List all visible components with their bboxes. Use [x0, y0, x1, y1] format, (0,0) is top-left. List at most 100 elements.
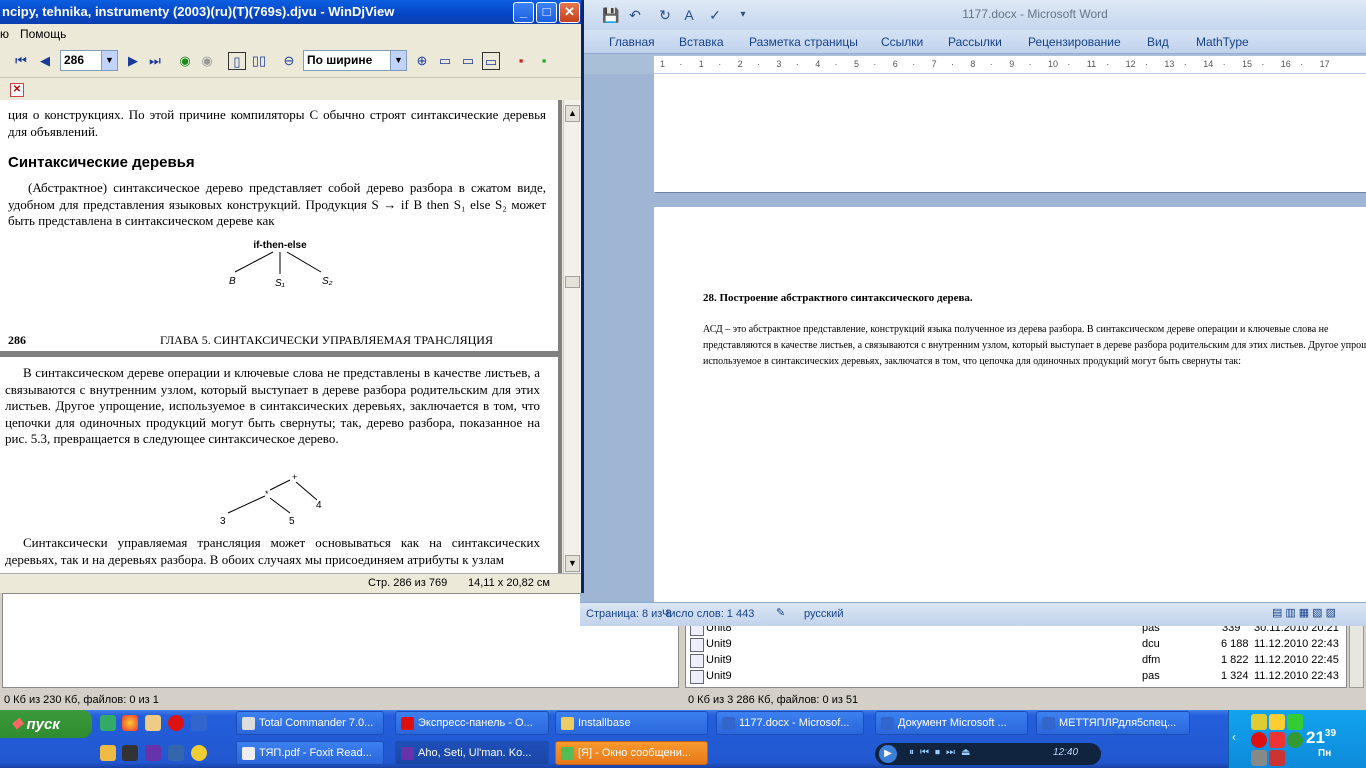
- task-word-1177[interactable]: 1177.docx - Microsof...: [716, 711, 864, 735]
- document-tab-bar: [0, 80, 581, 100]
- opera-tray-icon[interactable]: [1251, 732, 1267, 748]
- file-row[interactable]: Unit9 pas 1 324 11.12.2010 22:43: [686, 669, 1348, 685]
- task-word-mettyapl[interactable]: МЕТТЯПЛРдля5спец...: [1036, 711, 1190, 735]
- display-mode-icon[interactable]: ▪: [512, 52, 530, 70]
- document-page[interactable]: 28. Построение абстрактного синтаксическ…: [654, 207, 1366, 602]
- tab-references[interactable]: Ссылки: [881, 35, 923, 49]
- tray-icon[interactable]: [1251, 750, 1267, 766]
- proofing-icon[interactable]: ✎: [776, 606, 785, 619]
- view-buttons[interactable]: ▤▥▦▧▨: [1272, 606, 1339, 619]
- left-file-panel[interactable]: [2, 593, 679, 688]
- tab-review[interactable]: Рецензирование: [1028, 35, 1121, 49]
- fit-width-icon[interactable]: ▭: [482, 52, 500, 70]
- document-page[interactable]: [654, 74, 1366, 192]
- quick-launch-icon[interactable]: [145, 715, 161, 731]
- windjview-titlebar: ncipy, tehnika, instrumenty (2003)(ru)(T…: [0, 0, 581, 24]
- font-color-icon[interactable]: A: [678, 4, 700, 26]
- file-panel-scrollbar[interactable]: [1349, 618, 1364, 688]
- layers-icon[interactable]: ▪: [535, 52, 553, 70]
- quick-launch-icon[interactable]: [191, 745, 207, 761]
- quick-launch-icon[interactable]: [100, 715, 116, 731]
- tray-icon[interactable]: [1287, 714, 1303, 730]
- chrome-icon[interactable]: [122, 715, 138, 731]
- zoom-combo[interactable]: По ширине ▼: [303, 50, 407, 71]
- zoom-in-icon[interactable]: ⊕: [413, 52, 431, 70]
- horizontal-ruler[interactable]: 1 · 1 · 2 · 3 · 4 · 5 · 6 · 7 · 8 · 9 · 10 · 11 · 12 · 13 · 14 · 15 · 16…: [654, 56, 1366, 74]
- clock[interactable]: 2139 Пн: [1306, 728, 1336, 768]
- network-icon[interactable]: [1287, 732, 1303, 748]
- menu-window[interactable]: ю: [0, 27, 9, 41]
- quick-launch-icon[interactable]: [145, 745, 161, 761]
- forward-icon[interactable]: ◉: [198, 52, 216, 70]
- maximize-button[interactable]: □: [536, 2, 557, 23]
- prev-page-icon[interactable]: ◀: [36, 52, 54, 70]
- ruler-mark: ·: [1183, 59, 1187, 69]
- task-total-commander[interactable]: Total Commander 7.0...: [236, 711, 384, 735]
- fit-page-icon[interactable]: ▭: [436, 52, 454, 70]
- file-row[interactable]: Unit9 dfm 1 822 11.12.2010 22:45: [686, 653, 1348, 669]
- task-word-doc[interactable]: Документ Microsoft ...: [875, 711, 1028, 735]
- tray-icon[interactable]: [1269, 714, 1285, 730]
- two-pages-icon[interactable]: ▯▯: [250, 52, 268, 70]
- language[interactable]: русский: [804, 608, 843, 620]
- save-icon[interactable]: 💾: [600, 4, 622, 26]
- page-text: ция о конструкциях. По этой причине комп…: [8, 107, 546, 139]
- antivirus-icon[interactable]: [1269, 732, 1285, 748]
- task-opera[interactable]: Экспресс-панель - О...: [395, 711, 549, 735]
- quick-launch-icon[interactable]: [122, 745, 138, 761]
- task-foxit[interactable]: ТЯП.pdf - Foxit Read...: [236, 741, 384, 765]
- photoshop-icon[interactable]: [168, 745, 184, 761]
- tab-mathtype[interactable]: MathType: [1196, 35, 1249, 49]
- first-page-icon[interactable]: ⏮: [12, 52, 30, 70]
- document-view[interactable]: ция о конструкциях. По этой причине комп…: [0, 100, 562, 573]
- tray-icon[interactable]: [1251, 714, 1267, 730]
- ruler-mark: 11: [1086, 59, 1097, 69]
- ruler-mark: ·: [1145, 59, 1148, 69]
- file-row[interactable]: Unit9 dcu 6 188 11.12.2010 22:43: [686, 637, 1348, 653]
- tab-view[interactable]: Вид: [1147, 35, 1169, 49]
- quick-launch-icon[interactable]: [100, 745, 116, 761]
- close-tab-icon[interactable]: ✕: [10, 83, 24, 97]
- page-number-combo[interactable]: 286 ▼: [60, 50, 118, 71]
- right-file-panel[interactable]: Unit8 pas 339 30.11.2010 20:21 Unit9 dcu…: [685, 618, 1347, 688]
- ruler-mark: ·: [951, 59, 954, 69]
- menu-help[interactable]: Помощь: [20, 27, 66, 41]
- tab-page-layout[interactable]: Разметка страницы: [749, 35, 858, 49]
- tab-mailings[interactable]: Рассылки: [948, 35, 1002, 49]
- redo-icon[interactable]: ↻: [654, 4, 676, 26]
- word-count[interactable]: Число слов: 1 443: [662, 608, 754, 620]
- task-installbase[interactable]: Installbase: [555, 711, 708, 735]
- page-count[interactable]: Страница: 8 из 8: [586, 608, 672, 620]
- actual-size-icon[interactable]: ▭: [459, 52, 477, 70]
- vertical-scrollbar[interactable]: ▲ ▼: [563, 100, 581, 573]
- page-size-status: 14,11 x 20,82 см: [468, 577, 550, 589]
- scroll-up-icon[interactable]: ▲: [565, 105, 580, 122]
- last-page-icon[interactable]: ⏭: [146, 52, 164, 70]
- tab-home[interactable]: Главная: [609, 35, 655, 49]
- file-icon: [690, 654, 704, 668]
- play-icon[interactable]: ▶: [879, 745, 897, 763]
- opera-icon[interactable]: [168, 715, 184, 731]
- minimize-button[interactable]: _: [513, 2, 534, 23]
- tray-icon[interactable]: [1269, 750, 1285, 766]
- next-page-icon[interactable]: ▶: [124, 52, 142, 70]
- scroll-thumb[interactable]: [565, 276, 580, 288]
- show-hidden-icons[interactable]: ‹: [1232, 730, 1236, 744]
- spellcheck-icon[interactable]: ✓: [704, 4, 726, 26]
- scroll-down-icon[interactable]: ▼: [565, 555, 580, 572]
- close-button[interactable]: ✕: [559, 2, 580, 23]
- back-icon[interactable]: ◉: [176, 52, 194, 70]
- zoom-out-icon[interactable]: ⊖: [280, 52, 298, 70]
- single-page-icon[interactable]: ▯: [228, 52, 246, 70]
- task-message-window[interactable]: [Я] - Окно сообщени...: [555, 741, 708, 765]
- media-player-bar[interactable]: ▶ ⏸⏮⏹⏭⏏ 12:40: [875, 743, 1101, 765]
- ruler-mark: ·: [679, 59, 683, 69]
- word-icon[interactable]: [191, 715, 207, 731]
- undo-icon[interactable]: ↶: [624, 4, 646, 26]
- left-panel-status: 0 Кб из 230 Кб, файлов: 0 из 1: [4, 694, 159, 706]
- customize-qat-icon[interactable]: ▾: [732, 4, 754, 26]
- start-button[interactable]: ❖ пуск: [0, 710, 92, 738]
- task-windjview[interactable]: Aho, Seti, Ul'man. Ko...: [395, 741, 549, 765]
- tab-insert[interactable]: Вставка: [679, 35, 724, 49]
- player-controls[interactable]: ⏸⏮⏹⏭⏏: [909, 747, 976, 758]
